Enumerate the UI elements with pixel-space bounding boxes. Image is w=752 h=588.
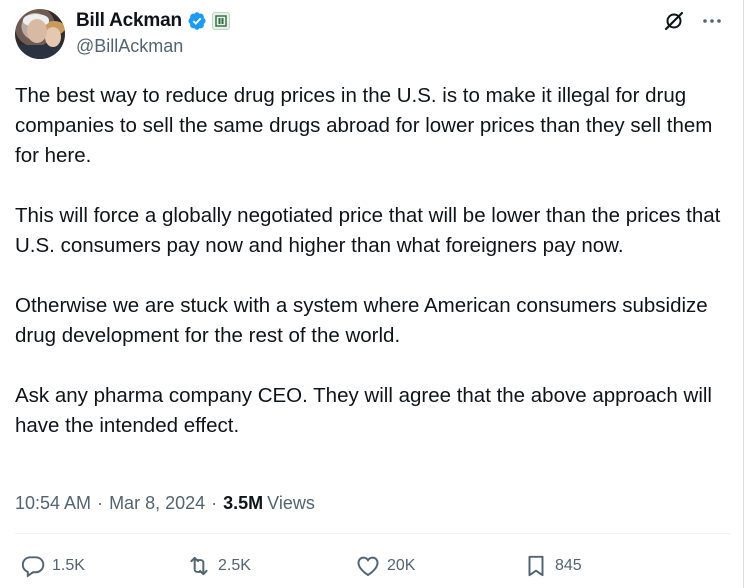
author-display-name[interactable]: Bill Ackman xyxy=(76,10,182,32)
tweet-paragraph: Ask any pharma company CEO. They will ag… xyxy=(15,384,712,437)
repost-button[interactable]: 2.5K xyxy=(186,553,251,579)
tweet-action-bar: 1.5K 2.5K 20K 845 xyxy=(20,553,720,581)
grok-icon[interactable] xyxy=(663,10,685,32)
reply-icon xyxy=(21,556,45,578)
author-avatar[interactable] xyxy=(15,9,65,59)
tweet-top-actions xyxy=(663,10,723,32)
tweet-paragraph: Otherwise we are stuck with a system whe… xyxy=(15,294,708,347)
reply-count: 1.5K xyxy=(52,557,85,574)
affiliate-badge-icon[interactable] xyxy=(211,12,230,30)
more-options-icon[interactable] xyxy=(701,10,723,32)
tweet-time[interactable]: 10:54 AM xyxy=(15,493,91,514)
tweet-metadata: 10:54 AM · Mar 8, 2024 · 3.5M Views xyxy=(15,491,315,515)
bookmark-button[interactable]: 845 xyxy=(523,553,582,579)
heart-icon xyxy=(357,556,379,577)
tweet-paragraph: This will force a globally negotiated pr… xyxy=(15,204,721,257)
meta-separator: · xyxy=(211,492,218,513)
verified-badge-icon[interactable] xyxy=(187,11,207,31)
tweet-date[interactable]: Mar 8, 2024 xyxy=(109,493,205,514)
like-button[interactable]: 20K xyxy=(355,553,415,579)
tweet-body: The best way to reduce drug prices in th… xyxy=(15,81,730,441)
author-handle[interactable]: @BillAckman xyxy=(76,36,183,57)
repost-icon xyxy=(190,556,208,576)
bookmark-icon xyxy=(528,555,544,577)
like-count: 20K xyxy=(387,557,416,574)
meta-separator: · xyxy=(97,492,104,513)
bookmark-count: 845 xyxy=(555,557,582,574)
views-label: Views xyxy=(267,492,315,513)
author-name-row: Bill Ackman xyxy=(76,9,230,33)
tweet-paragraph: The best way to reduce drug prices in th… xyxy=(15,84,713,167)
views-count: 3.5M xyxy=(223,492,264,513)
repost-count: 2.5K xyxy=(218,557,251,574)
reply-button[interactable]: 1.5K xyxy=(20,553,85,579)
divider xyxy=(15,533,730,534)
tweet-card: Bill Ackman @BillAckman The best way to … xyxy=(0,0,744,588)
